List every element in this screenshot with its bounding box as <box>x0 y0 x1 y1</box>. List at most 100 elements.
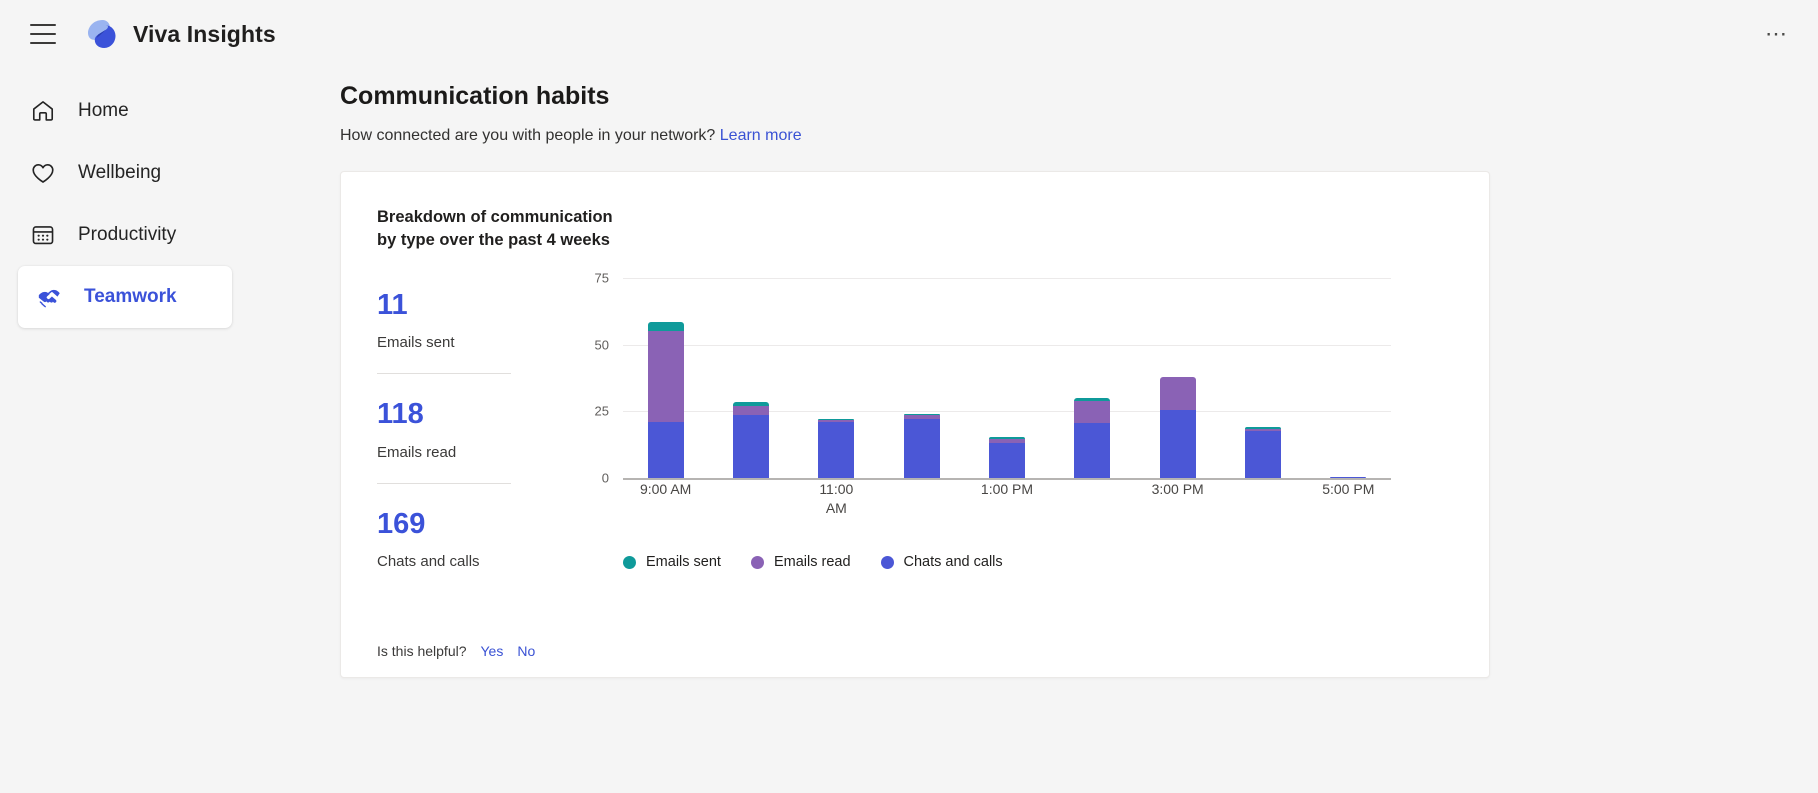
chart-bar-segment <box>647 331 684 422</box>
feedback-question: Is this helpful? <box>377 643 467 659</box>
feedback-row: Is this helpful? Yes No <box>377 643 535 659</box>
chart-x-tick-label: 1:00 PM <box>980 481 1034 497</box>
sidebar-item-productivity[interactable]: Productivity <box>12 204 322 266</box>
chart-bar[interactable] <box>1244 427 1281 478</box>
chart-bar-slot <box>794 278 879 478</box>
stat-divider <box>377 482 511 484</box>
stat-label: Emails read <box>377 443 457 461</box>
chart-x-tick-label <box>1220 480 1305 518</box>
learn-more-link[interactable]: Learn more <box>720 127 802 144</box>
sidebar-item-teamwork[interactable]: Teamwork <box>18 266 232 328</box>
legend-label: Emails read <box>773 554 851 570</box>
chart-y-tick-label: 25 <box>594 403 609 419</box>
sidebar-item-label: Productivity <box>78 224 177 245</box>
chart-bar[interactable] <box>818 418 855 478</box>
chart-bar[interactable] <box>647 322 684 478</box>
chart-legend: Emails sent Emails read Chats and calls <box>571 554 1461 570</box>
chart-legend-item[interactable]: Emails read <box>750 554 851 570</box>
chart-bar[interactable] <box>1074 397 1111 478</box>
sidebar-item-label: Teamwork <box>84 286 177 307</box>
chart-bar-segment <box>1159 410 1196 478</box>
chart-x-tick-label <box>708 480 793 518</box>
chart-bar[interactable] <box>988 437 1025 478</box>
more-options-icon[interactable]: ⋯ <box>1761 23 1792 45</box>
stat-value: 169 <box>377 507 426 540</box>
stat-value: 118 <box>377 398 424 431</box>
hamburger-icon[interactable] <box>30 24 56 44</box>
chart-x-tick-label: 11:00 AM <box>819 481 854 516</box>
chart-bar[interactable] <box>732 402 769 478</box>
chart-column: 0 25 50 75 9:00 AM 11:00 AM 1:00 PM 3:00 PM 5:00… <box>559 206 1461 570</box>
chart-bar-slot <box>708 278 793 478</box>
legend-color-dot <box>750 555 764 569</box>
chart-bar-slot <box>1135 278 1220 478</box>
chart-bar[interactable] <box>1330 476 1367 478</box>
stat-value: 11 <box>377 288 408 321</box>
sidebar-item-home[interactable]: Home <box>12 80 322 142</box>
chart-bar-segment <box>1074 400 1111 424</box>
chart-bar-slot <box>1220 278 1305 478</box>
chart-x-axis-labels: 9:00 AM 11:00 AM 1:00 PM 3:00 PM 5:00 PM <box>623 480 1391 518</box>
page-title: Communication habits <box>340 82 610 110</box>
chart-bar-slot <box>1306 278 1391 478</box>
feedback-no-button[interactable]: No <box>517 643 535 659</box>
heart-icon <box>32 163 54 183</box>
chart-y-tick-label: 0 <box>601 470 609 486</box>
chart-legend-item[interactable]: Chats and calls <box>880 554 1003 570</box>
page-subtitle: How connected are you with people in you… <box>340 127 1818 145</box>
brand: Viva Insights <box>85 18 276 50</box>
chart-x-tick-label: 3:00 PM <box>1151 481 1204 497</box>
chart-bar-segment <box>988 443 1025 478</box>
chart-bar-segment <box>647 422 684 478</box>
viva-insights-logo <box>88 20 116 48</box>
chart-y-tick-label: 75 <box>594 270 609 286</box>
stat-emails-read: 118 Emails read <box>377 398 511 460</box>
chart-bar[interactable] <box>1159 376 1196 478</box>
sidebar: Home Wellbeing Productivity Teamwork <box>0 68 340 793</box>
chart-bar-segment <box>732 415 769 478</box>
communication-breakdown-card: Breakdown of communication by type over … <box>340 171 1490 678</box>
stacked-bar-chart: 0 25 50 75 9:00 AM 11:00 AM 1:00 PM 3:00 PM 5:00… <box>571 228 1391 516</box>
home-icon <box>32 101 54 121</box>
stat-label: Chats and calls <box>377 552 480 570</box>
legend-label: Emails sent <box>646 554 721 570</box>
chart-bar-segment <box>1244 431 1281 478</box>
chart-legend-item[interactable]: Emails sent <box>623 554 721 570</box>
legend-color-dot <box>880 555 894 569</box>
chart-x-tick-label: 9:00 AM <box>639 481 692 497</box>
app-title: Viva Insights <box>133 20 276 47</box>
chart-bar-segment <box>732 406 769 416</box>
stat-emails-sent: 11 Emails sent <box>377 289 511 351</box>
stat-label: Emails sent <box>377 334 455 352</box>
handshake-icon <box>38 289 60 308</box>
sidebar-item-label: Home <box>78 100 129 121</box>
sidebar-item-label: Wellbeing <box>78 162 162 183</box>
chart-plot-area <box>623 278 1391 478</box>
chart-bar-segment <box>1074 423 1111 478</box>
feedback-yes-button[interactable]: Yes <box>481 643 504 659</box>
stat-chats-and-calls: 169 Chats and calls <box>377 508 511 570</box>
top-bar: Viva Insights ⋯ <box>0 0 1818 68</box>
chart-bar-segment <box>1159 376 1196 410</box>
chart-x-tick-label <box>879 480 964 518</box>
calendar-icon <box>32 226 54 245</box>
chart-bar-segment <box>818 422 855 478</box>
sidebar-item-wellbeing[interactable]: Wellbeing <box>12 142 322 204</box>
legend-label: Chats and calls <box>903 554 1003 570</box>
chart-x-tick-label: 5:00 PM <box>1322 481 1375 497</box>
chart-bar-segment <box>647 322 684 332</box>
chart-y-tick-label: 50 <box>594 337 609 353</box>
chart-x-tick-label <box>1050 480 1135 518</box>
legend-color-dot <box>623 555 636 569</box>
chart-bar[interactable] <box>903 414 940 478</box>
chart-bar-slot <box>879 278 964 478</box>
page-subtitle-text: How connected are you with people in you… <box>340 127 716 144</box>
stat-divider <box>377 373 511 375</box>
main-content: Communication habits How connected are y… <box>340 68 1818 793</box>
chart-bar-segment <box>903 419 940 478</box>
stats-column: Breakdown of communication by type over … <box>359 206 613 570</box>
chart-bar-segment <box>1330 476 1367 478</box>
chart-bar-slot <box>623 278 708 478</box>
chart-bar-slot <box>1050 278 1135 478</box>
chart-bar-slot <box>964 278 1049 478</box>
